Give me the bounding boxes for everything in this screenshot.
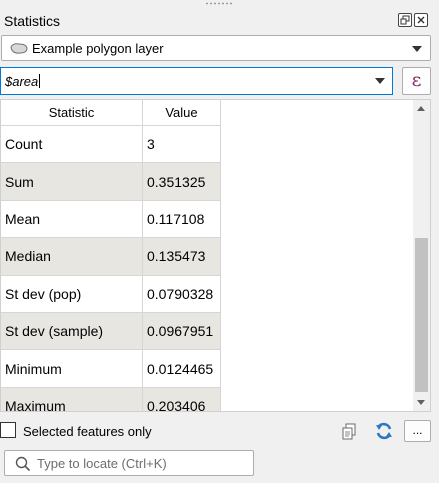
statistic-cell: Mean [1,200,143,239]
statistic-cell: Sum [1,163,143,201]
table-row[interactable]: Minimum 0.0124465 [1,350,221,388]
value-cell: 0.351325 [143,163,221,201]
value-cell: 0.0124465 [143,350,221,388]
layer-selector[interactable]: Example polygon layer [1,35,431,61]
column-header-statistic[interactable]: Statistic [1,100,143,126]
close-icon[interactable] [414,13,428,27]
text-caret [39,74,41,88]
arrow-up-icon [417,106,425,111]
table-row[interactable]: Sum 0.351325 [1,163,221,201]
value-cell: 3 [143,126,221,164]
statistic-cell: St dev (pop) [1,275,143,313]
locator-input[interactable] [37,455,247,471]
table-row[interactable]: St dev (sample) 0.0967951 [1,312,221,351]
statistic-cell: Median [1,238,143,276]
table-row[interactable]: Maximum 0.203406 [1,387,221,411]
chevron-down-icon[interactable] [375,78,385,84]
statistic-cell: St dev (sample) [1,312,143,351]
polygon-layer-icon [9,42,29,58]
dock-grip[interactable] [205,2,233,5]
refresh-icon[interactable] [374,421,394,444]
table-row[interactable]: Median 0.135473 [1,238,221,276]
selected-features-label[interactable]: Selected features only [23,424,152,439]
statistics-table: Statistic Value Count 3 Sum 0.351325 Mea… [0,99,431,412]
column-header-value[interactable]: Value [143,100,221,126]
scroll-up-button[interactable] [413,100,430,117]
float-icon[interactable] [398,13,412,27]
panel-titlebar: Statistics [0,8,439,32]
selected-features-checkbox[interactable] [0,422,16,438]
more-options-button[interactable]: ... [404,420,431,442]
scroll-down-button[interactable] [413,394,430,411]
copy-icon[interactable] [341,423,357,444]
value-cell: 0.0967951 [143,312,221,351]
table-row[interactable]: Count 3 [1,126,221,164]
chevron-down-icon[interactable] [412,46,422,52]
table-header: Statistic Value [1,100,413,126]
expression-builder-button[interactable]: ε [402,67,431,95]
value-cell: 0.0790328 [143,275,221,313]
header-filler [221,100,413,126]
value-cell: 0.203406 [143,387,221,411]
panel-title: Statistics [4,13,61,29]
table-row[interactable]: St dev (pop) 0.0790328 [1,275,221,313]
scrollbar-thumb[interactable] [415,238,428,392]
layer-selector-value: Example polygon layer [32,41,164,56]
expression-field[interactable]: $area [0,67,393,95]
value-cell: 0.135473 [143,238,221,276]
expression-value: $area [5,74,39,89]
value-cell: 0.117108 [143,200,221,239]
locator-bar[interactable] [4,450,254,476]
statistic-cell: Maximum [1,387,143,411]
table-row[interactable]: Mean 0.117108 [1,200,221,239]
statistic-cell: Count [1,126,143,164]
table-body: Count 3 Sum 0.351325 Mean 0.117108 Media… [1,126,221,411]
vertical-scrollbar[interactable] [413,100,430,411]
arrow-down-icon [417,400,425,405]
search-icon [15,456,31,475]
statistic-cell: Minimum [1,350,143,388]
